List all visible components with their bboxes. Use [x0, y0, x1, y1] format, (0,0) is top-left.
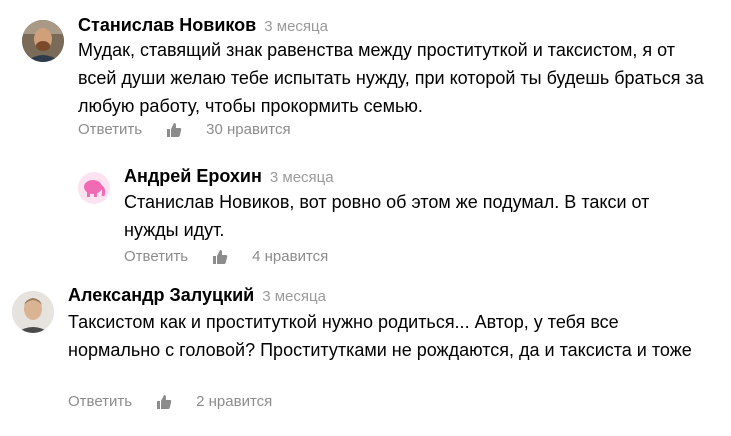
- comment-text: Мудак, ставящий знак равенства между про…: [78, 40, 704, 116]
- reply-button[interactable]: Ответить: [124, 248, 188, 265]
- reply-button[interactable]: Ответить: [78, 121, 142, 138]
- user-photo-icon: [22, 20, 64, 62]
- likes-count: 2 нравится: [196, 393, 273, 410]
- comment-author[interactable]: Андрей Ерохин: [124, 166, 262, 186]
- comment: Станислав Новиков 3 месяца Мудак, ставящи…: [0, 0, 731, 150]
- thumbs-up-icon[interactable]: [212, 249, 228, 265]
- reply-button[interactable]: Ответить: [68, 393, 132, 410]
- elephant-avatar-icon: [78, 172, 110, 204]
- comment: Александр Залуцкий 3 месяца Таксистом как…: [0, 270, 731, 436]
- comment-time: 3 месяца: [264, 18, 328, 35]
- comment-reply: Андрей Ерохин 3 месяца Станислав Новиков,…: [0, 150, 731, 270]
- avatar[interactable]: [78, 172, 110, 204]
- thumbs-up-icon[interactable]: [166, 122, 182, 138]
- avatar[interactable]: [12, 291, 54, 333]
- avatar[interactable]: [22, 20, 64, 62]
- thumbs-up-icon[interactable]: [156, 394, 172, 410]
- comment-time: 3 месяца: [262, 288, 326, 305]
- comment-author[interactable]: Александр Залуцкий: [68, 285, 254, 305]
- comment-author[interactable]: Станислав Новиков: [78, 15, 256, 35]
- comment-text: Станислав Новиков, вот ровно об этом же …: [124, 192, 650, 240]
- likes-count: 4 нравится: [252, 248, 329, 265]
- likes-count: 30 нравится: [206, 121, 291, 138]
- comment-text: Таксистом как и проституткой нужно родит…: [68, 312, 692, 360]
- comment-time: 3 месяца: [269, 169, 334, 186]
- user-photo-icon: [12, 291, 54, 333]
